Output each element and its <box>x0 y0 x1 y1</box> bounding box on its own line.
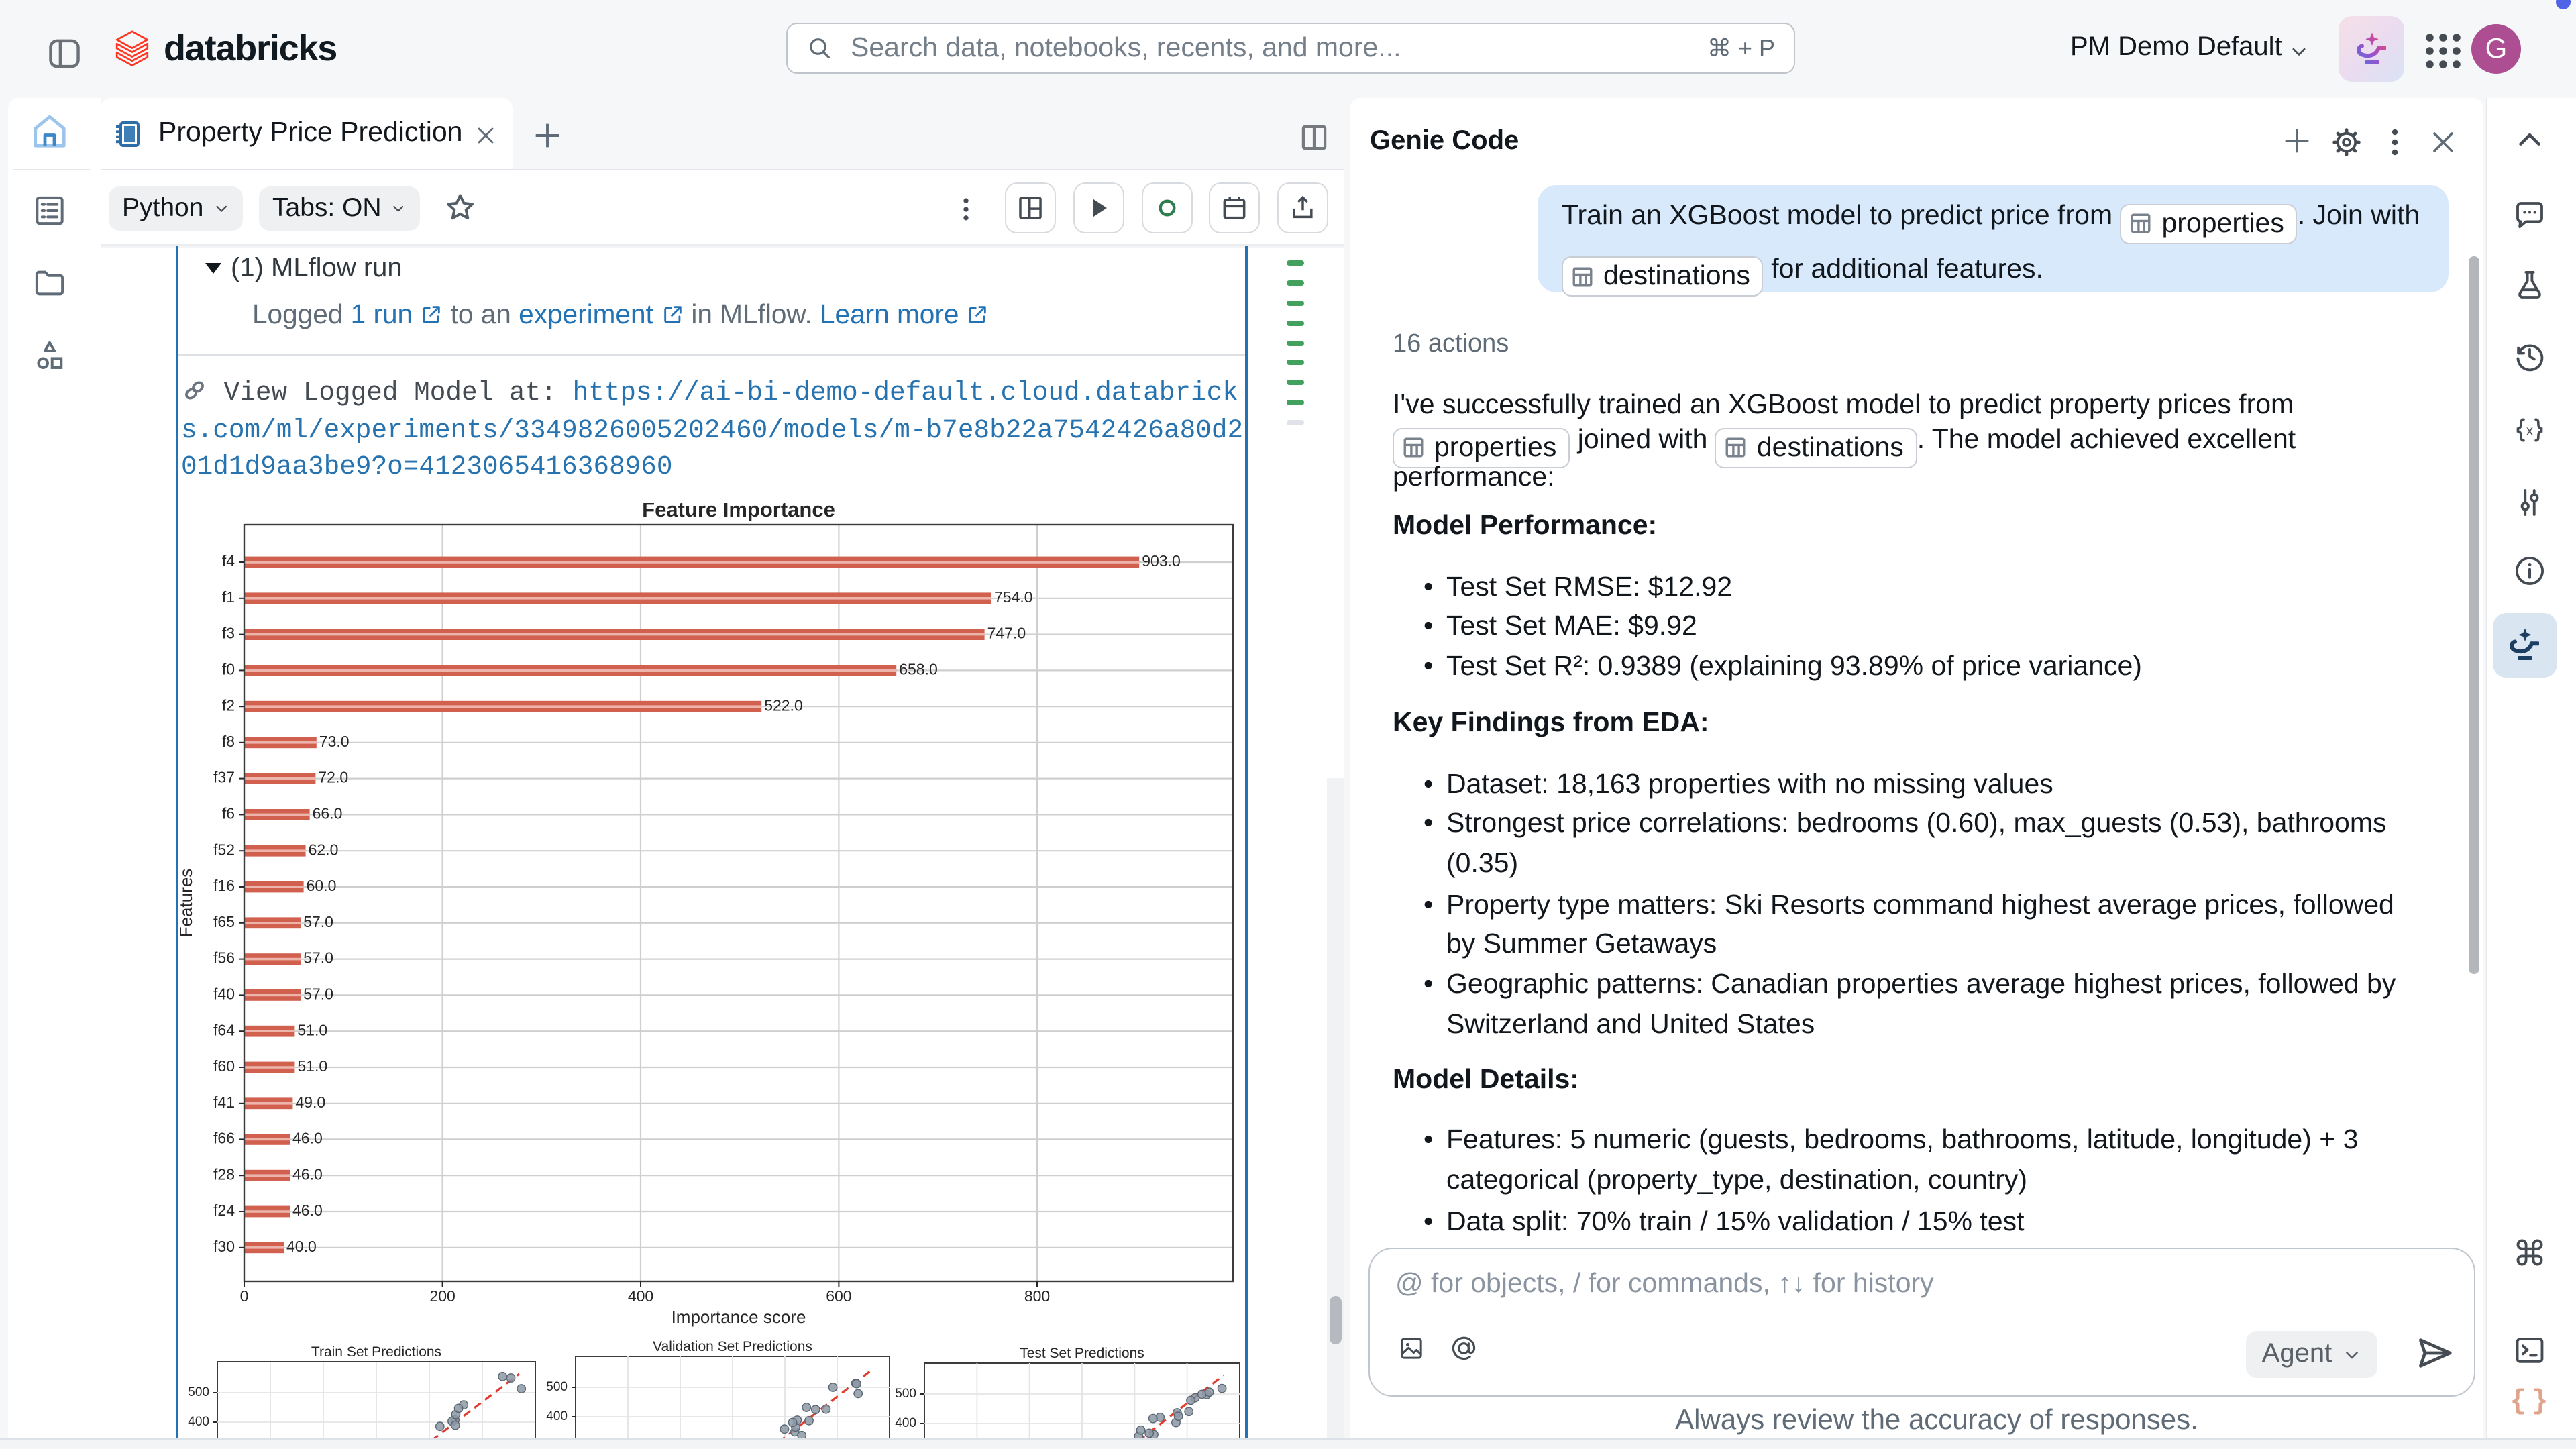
svg-text:60.0: 60.0 <box>307 877 337 894</box>
svg-text:73.0: 73.0 <box>319 733 350 750</box>
svg-text:658.0: 658.0 <box>899 660 938 678</box>
svg-text:800: 800 <box>1024 1287 1050 1305</box>
svg-text:522.0: 522.0 <box>764 696 803 714</box>
svg-text:400: 400 <box>546 1409 568 1424</box>
svg-text:57.0: 57.0 <box>303 949 333 967</box>
svg-text:46.0: 46.0 <box>292 1165 323 1183</box>
svg-text:600: 600 <box>826 1287 851 1305</box>
svg-text:200: 200 <box>429 1287 455 1305</box>
svg-text:66.0: 66.0 <box>313 804 343 822</box>
svg-text:f56: f56 <box>213 949 235 967</box>
svg-text:500: 500 <box>188 1385 209 1399</box>
svg-text:f65: f65 <box>213 913 235 930</box>
svg-text:57.0: 57.0 <box>303 913 333 930</box>
svg-text:f28: f28 <box>213 1165 235 1183</box>
svg-text:f37: f37 <box>213 769 235 786</box>
svg-text:400: 400 <box>628 1287 653 1305</box>
svg-text:Validation Set Predictions: Validation Set Predictions <box>653 1339 812 1354</box>
svg-text:Train Set Predictions: Train Set Predictions <box>311 1344 441 1360</box>
svg-text:0: 0 <box>240 1287 249 1305</box>
svg-text:72.0: 72.0 <box>318 769 348 786</box>
svg-text:f24: f24 <box>213 1201 235 1219</box>
svg-text:x: x <box>2526 423 2533 438</box>
svg-text:Test Set Predictions: Test Set Predictions <box>1020 1346 1144 1361</box>
svg-text:f6: f6 <box>222 804 235 822</box>
svg-text:754.0: 754.0 <box>994 588 1033 606</box>
svg-text:f16: f16 <box>213 877 235 894</box>
svg-text:f60: f60 <box>213 1057 235 1075</box>
svg-text:400: 400 <box>895 1416 916 1430</box>
svg-text:57.0: 57.0 <box>303 985 333 1002</box>
svg-text:400: 400 <box>188 1415 209 1429</box>
svg-text:46.0: 46.0 <box>292 1129 323 1146</box>
svg-text:f52: f52 <box>213 841 235 858</box>
svg-text:Feature Importance: Feature Importance <box>642 503 835 521</box>
svg-text:f40: f40 <box>213 985 235 1002</box>
svg-text:51.0: 51.0 <box>297 1057 327 1075</box>
svg-text:f41: f41 <box>213 1093 235 1111</box>
svg-text:40.0: 40.0 <box>286 1238 317 1255</box>
svg-text:903.0: 903.0 <box>1142 552 1181 570</box>
svg-text:f0: f0 <box>222 660 235 678</box>
svg-text:f30: f30 <box>213 1238 235 1255</box>
svg-text:62.0: 62.0 <box>309 841 339 858</box>
svg-text:f8: f8 <box>222 733 235 750</box>
svg-text:Importance score: Importance score <box>672 1307 806 1327</box>
svg-text:500: 500 <box>546 1380 568 1394</box>
svg-text:500: 500 <box>895 1387 916 1401</box>
svg-text:f66: f66 <box>213 1129 235 1146</box>
svg-text:f64: f64 <box>213 1021 235 1038</box>
svg-text:46.0: 46.0 <box>292 1201 323 1219</box>
svg-text:f4: f4 <box>222 552 235 570</box>
svg-text:f3: f3 <box>222 625 235 642</box>
svg-text:f2: f2 <box>222 696 235 714</box>
svg-text:747.0: 747.0 <box>987 625 1026 642</box>
svg-text:49.0: 49.0 <box>295 1093 325 1111</box>
svg-text:51.0: 51.0 <box>297 1021 327 1038</box>
svg-text:Features: Features <box>176 869 196 938</box>
svg-text:f1: f1 <box>222 588 235 606</box>
